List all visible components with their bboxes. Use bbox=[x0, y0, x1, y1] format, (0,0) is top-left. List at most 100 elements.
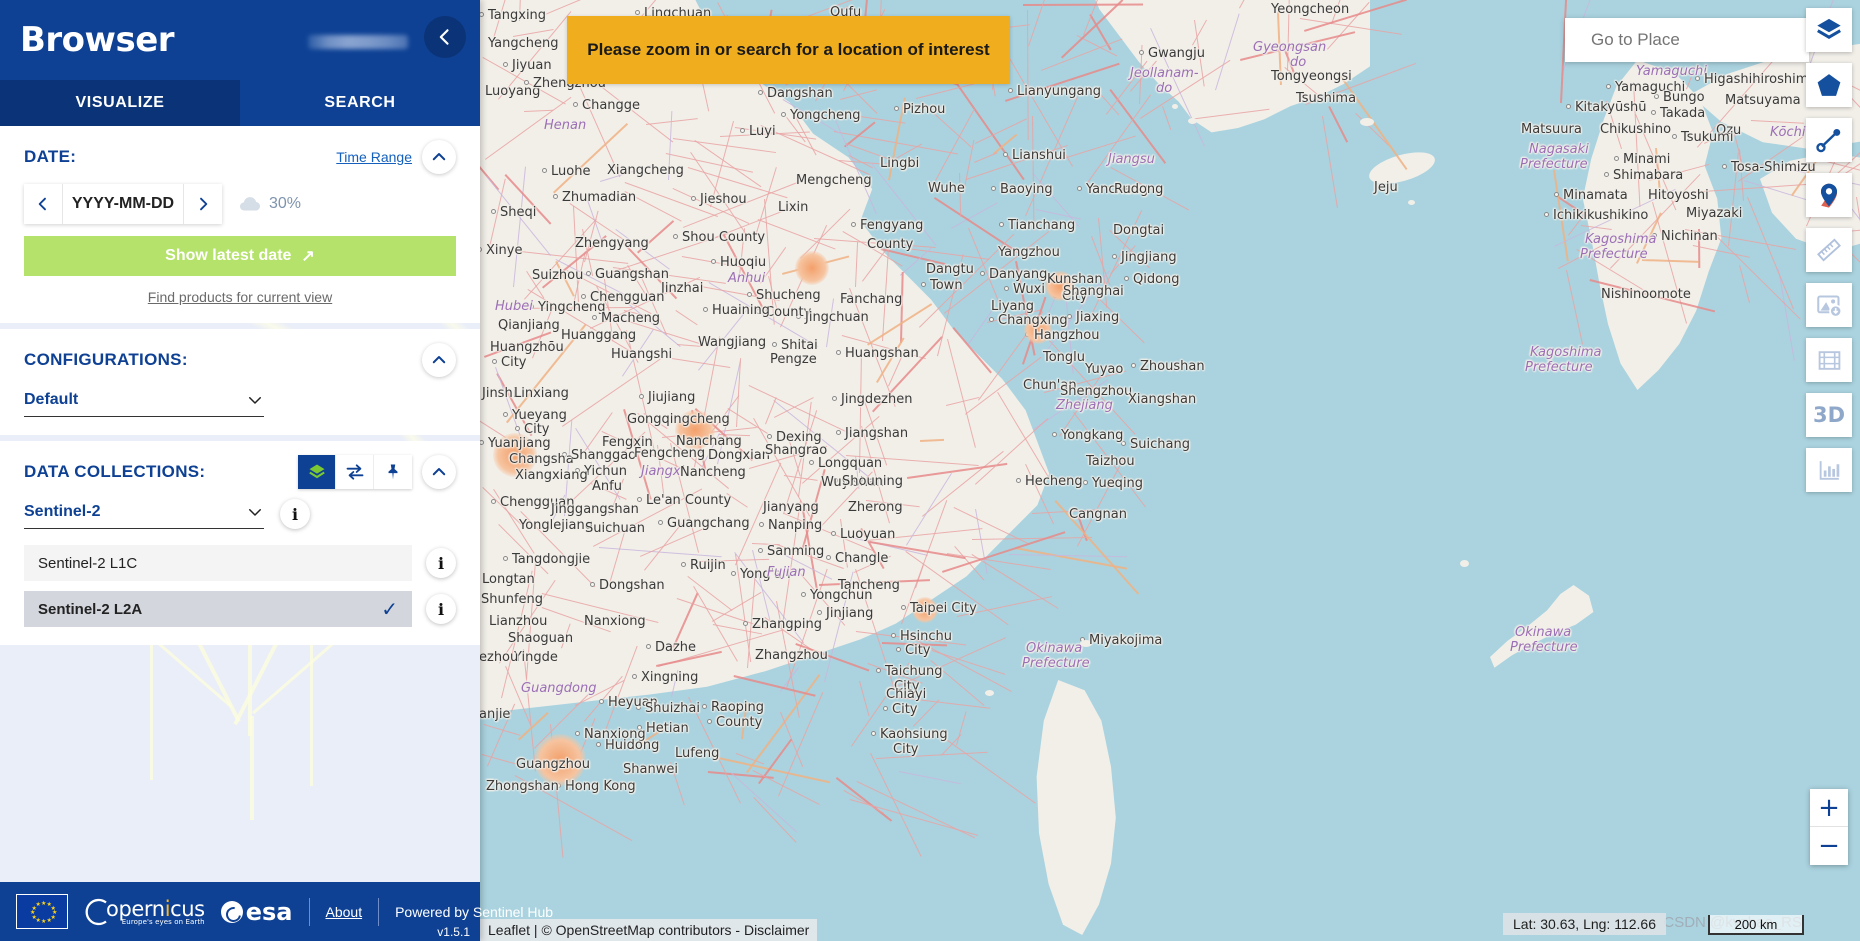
external-arrow-icon: ↗ bbox=[301, 248, 315, 265]
time-range-link[interactable]: Time Range bbox=[336, 149, 412, 165]
data-collection-info-button[interactable]: i bbox=[280, 499, 310, 529]
pin-icon bbox=[388, 464, 398, 480]
layers-icon-button[interactable] bbox=[1806, 8, 1852, 52]
map-attribution: Leaflet | © OpenStreetMap contributors -… bbox=[480, 919, 818, 941]
city-dot bbox=[1672, 134, 1677, 139]
coordinates-readout: Lat: 30.63, Lng: 112.66 bbox=[1503, 913, 1666, 935]
esa-mark-icon bbox=[220, 900, 243, 923]
map-label: Huidong bbox=[605, 738, 660, 753]
map-label: City bbox=[892, 702, 918, 717]
zoom-hint-text: Please zoom in or search for a location … bbox=[587, 40, 990, 59]
collection-info-button-l1c[interactable]: i bbox=[426, 548, 456, 578]
city-dot bbox=[999, 222, 1004, 227]
date-panel-collapse-button[interactable] bbox=[422, 140, 456, 174]
city-dot bbox=[637, 497, 642, 502]
zoom-out-button[interactable]: − bbox=[1810, 827, 1848, 865]
footer-divider bbox=[378, 897, 380, 926]
collection-info-button-l2a[interactable]: i bbox=[426, 594, 456, 624]
line-measure-button[interactable] bbox=[1806, 118, 1852, 162]
city-dot bbox=[1105, 186, 1110, 191]
city-dot bbox=[632, 674, 637, 679]
about-link[interactable]: About bbox=[326, 904, 363, 920]
map-label: City bbox=[893, 742, 919, 757]
configurations-collapse-button[interactable] bbox=[422, 343, 456, 377]
collection-row-l2a: Sentinel-2 L2A ✓ i bbox=[24, 591, 456, 627]
city-dot bbox=[891, 633, 896, 638]
timelapse-button[interactable] bbox=[1806, 338, 1852, 382]
marker-pin-button[interactable] bbox=[1806, 173, 1852, 217]
chevron-up-icon bbox=[432, 468, 446, 476]
city-dot bbox=[1131, 363, 1136, 368]
map-toolbar: 3D bbox=[1806, 8, 1852, 492]
tab-visualize[interactable]: VISUALIZE bbox=[0, 80, 240, 126]
urban-area bbox=[795, 251, 829, 285]
mode-layers-button[interactable] bbox=[298, 455, 336, 489]
city-dot bbox=[542, 168, 547, 173]
islet bbox=[1195, 92, 1202, 97]
place-search-box[interactable] bbox=[1565, 18, 1814, 62]
chevron-up-icon bbox=[432, 356, 446, 364]
next-date-button[interactable] bbox=[184, 184, 222, 224]
zoom-in-button[interactable]: + bbox=[1810, 789, 1848, 827]
previous-date-button[interactable] bbox=[24, 184, 62, 224]
city-dot bbox=[562, 452, 567, 457]
statistics-button[interactable] bbox=[1806, 448, 1852, 492]
collection-select-row: Sentinel-2 i bbox=[24, 499, 456, 529]
map-label: Wuxi bbox=[1013, 282, 1045, 297]
date-row: YYYY-MM-DD 30% bbox=[24, 184, 456, 224]
timelapse-film-icon bbox=[1818, 350, 1840, 370]
mode-pin-button[interactable] bbox=[374, 455, 412, 489]
chevron-down-icon bbox=[249, 509, 261, 516]
urban-area bbox=[493, 433, 537, 477]
city-dot bbox=[658, 520, 663, 525]
configurations-panel-title: CONFIGURATIONS: bbox=[24, 350, 188, 369]
date-picker: YYYY-MM-DD bbox=[24, 184, 222, 224]
show-latest-date-button[interactable]: Show latest date ↗ bbox=[24, 236, 456, 276]
collapse-sidebar-button[interactable] bbox=[424, 16, 466, 58]
image-download-button[interactable] bbox=[1806, 283, 1852, 327]
ruler-icon bbox=[1817, 238, 1841, 262]
urban-area bbox=[912, 597, 938, 623]
eu-star-icon: ★ bbox=[46, 917, 52, 924]
city-dot bbox=[529, 304, 534, 309]
collection-item-sentinel2-l1c[interactable]: Sentinel-2 L1C bbox=[24, 545, 412, 581]
sidebar-body: DATE: Time Range YYYY-MM-DD 30% Show lat… bbox=[0, 126, 480, 882]
city-dot bbox=[1121, 441, 1126, 446]
date-input[interactable]: YYYY-MM-DD bbox=[62, 184, 184, 224]
cloud-coverage-indicator[interactable]: 30% bbox=[238, 195, 301, 213]
city-dot bbox=[894, 106, 899, 111]
islet bbox=[1080, 640, 1092, 647]
tab-search[interactable]: SEARCH bbox=[240, 80, 480, 126]
city-dot bbox=[1614, 156, 1619, 161]
aoi-polygon-button[interactable] bbox=[1806, 63, 1852, 107]
map-label: Prefecture bbox=[1022, 656, 1090, 671]
urban-area bbox=[1045, 271, 1075, 301]
islet bbox=[1172, 104, 1178, 109]
three-d-button[interactable]: 3D bbox=[1806, 393, 1852, 437]
data-collection-select[interactable]: Sentinel-2 bbox=[24, 499, 264, 529]
data-collections-collapse-button[interactable] bbox=[422, 455, 456, 489]
city-dot bbox=[636, 705, 641, 710]
city-dot bbox=[491, 209, 496, 214]
find-products-link[interactable]: Find products for current view bbox=[24, 289, 456, 305]
collection-item-sentinel2-l2a[interactable]: Sentinel-2 L2A ✓ bbox=[24, 591, 412, 627]
city-dot bbox=[747, 292, 752, 297]
ruler-button[interactable] bbox=[1806, 228, 1852, 272]
cloud-coverage-value: 30% bbox=[269, 195, 302, 212]
configuration-select[interactable]: Default bbox=[24, 387, 264, 417]
islet bbox=[1246, 96, 1254, 101]
islet bbox=[1300, 60, 1310, 76]
map-label: Kagoshima bbox=[1530, 345, 1602, 360]
city-dot bbox=[707, 719, 712, 724]
city-dot bbox=[590, 582, 595, 587]
line-measure-icon bbox=[1816, 128, 1841, 153]
layers-icon bbox=[1817, 18, 1841, 39]
city-dot bbox=[832, 396, 837, 401]
search-input[interactable] bbox=[1589, 29, 1814, 51]
city-dot bbox=[503, 412, 508, 417]
user-account-name-blurred[interactable] bbox=[308, 35, 408, 49]
map-label: Suichang bbox=[1130, 437, 1190, 452]
islet bbox=[1360, 118, 1374, 126]
mode-compare-button[interactable] bbox=[336, 455, 374, 489]
map-label: Nagasaki bbox=[1529, 142, 1589, 157]
